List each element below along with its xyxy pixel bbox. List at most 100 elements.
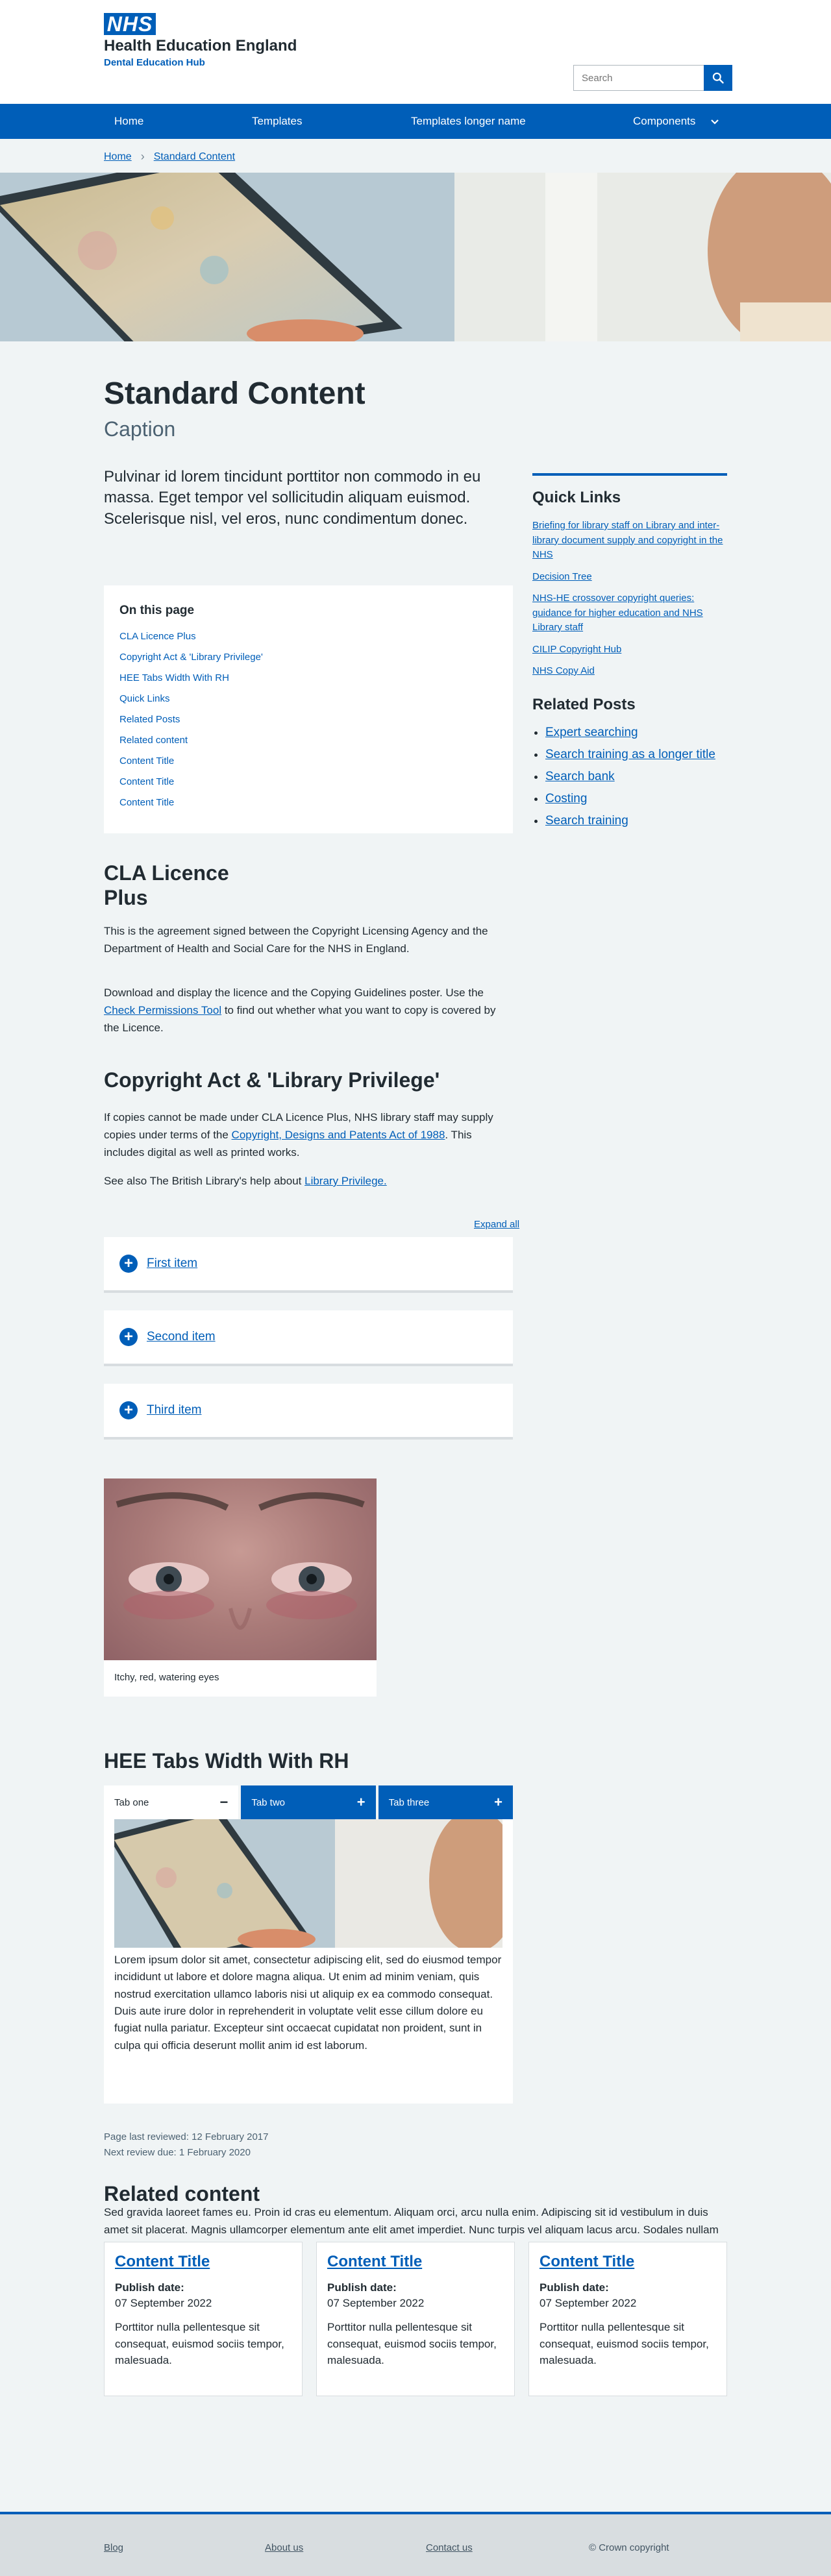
copyright-paragraph-1: If copies cannot be made under CLA Licen… [104,1109,513,1162]
cla-licence-heading: CLA Licence Plus [104,861,229,911]
next-review-due: Next review due: 1 February 2020 [104,2147,251,2158]
content-card-title-link[interactable]: Content Title [327,2253,504,2271]
on-this-page-link[interactable]: Related content [119,735,188,746]
footer-link-contact-us[interactable]: Contact us [426,2542,473,2553]
page-caption: Caption [104,417,176,441]
related-post-link[interactable]: Search bank [545,770,615,783]
search-icon [712,72,724,84]
accordion-item-label[interactable]: Second item [147,1330,216,1344]
on-this-page-link[interactable]: Related Posts [119,714,180,725]
quick-link[interactable]: Briefing for library staff on Library an… [532,519,727,563]
cla-heading-line1: CLA Licence [104,861,229,885]
accordion-item-label[interactable]: First item [147,1257,197,1271]
publish-date-label: Publish date: [540,2281,609,2294]
quick-link[interactable]: CILIP Copyright Hub [532,643,727,657]
accordion-item-label[interactable]: Third item [147,1403,201,1417]
minus-icon: − [219,1794,229,1810]
tab-two[interactable]: Tab two + [241,1785,376,1819]
content-card-text: Porttitor nulla pellentesque sit consequ… [327,2321,497,2366]
chevron-down-icon [710,104,719,140]
related-post-link[interactable]: Expert searching [545,726,638,739]
on-this-page-link[interactable]: Copyright Act & 'Library Privilege' [119,652,263,663]
organisation-name: Health Education England [104,37,297,55]
on-this-page-panel: On this page CLA Licence Plus Copyright … [104,585,513,833]
on-this-page-link[interactable]: CLA Licence Plus [119,631,196,642]
nhs-logo: NHS [104,13,156,35]
organisation-sub-name: Dental Education Hub [104,57,205,69]
on-this-page-link[interactable]: Quick Links [119,693,170,704]
breadcrumb-home-link[interactable]: Home [104,151,132,163]
on-this-page-link[interactable]: HEE Tabs Width With RH [119,672,229,683]
accordion-item[interactable]: + Second item [104,1310,513,1366]
plus-circle-icon: + [119,1401,138,1419]
footer-link-blog[interactable]: Blog [104,2542,123,2553]
search-button[interactable] [704,65,732,91]
quick-link[interactable]: Decision Tree [532,570,727,585]
plus-icon: + [494,1794,502,1810]
content-card-title-link[interactable]: Content Title [115,2253,291,2271]
copyright-act-link[interactable]: Copyright, Designs and Patents Act of 19… [232,1129,445,1141]
related-post-link[interactable]: Search training [545,814,628,828]
on-this-page-link[interactable]: Content Title [119,797,174,808]
nav-item-templates[interactable]: Templates [252,104,302,139]
breadcrumb: Home › Standard Content [0,139,831,173]
publish-date: 07 September 2022 [540,2297,637,2309]
content-card: Content Title Publish date: 07 September… [316,2242,515,2396]
page-title: Standard Content [104,376,366,411]
list-item: Search training as a longer title [545,748,727,762]
expand-all-link[interactable]: Expand all [474,1219,519,1230]
nav-item-components[interactable]: Components [633,104,719,139]
quick-link[interactable]: NHS Copy Aid [532,664,727,679]
copyright-p2-text-before: See also The British Library's help abou… [104,1175,305,1187]
lede-text: Pulvinar id lorem tincidunt porttitor no… [104,468,481,528]
library-privilege-link[interactable]: Library Privilege. [304,1175,387,1187]
publish-date-label: Publish date: [327,2281,397,2294]
home-logo-link[interactable]: NHS Health Education England Dental Educ… [104,13,297,68]
content-card-title-link[interactable]: Content Title [540,2253,716,2271]
on-this-page-link[interactable]: Content Title [119,755,174,767]
nav-item-home[interactable]: Home [114,104,143,139]
check-permissions-tool-link[interactable]: Check Permissions Tool [104,1004,221,1016]
related-posts-heading: Related Posts [532,695,636,713]
cla-paragraph-2: Download and display the licence and the… [104,984,513,1037]
related-post-link[interactable]: Costing [545,792,587,805]
tab-panel-text: Lorem ipsum dolor sit amet, consectetur … [114,1954,502,2052]
footer-copyright: © Crown copyright [589,2542,669,2553]
breadcrumb-current-link[interactable]: Standard Content [154,151,235,163]
accordion-item[interactable]: + Third item [104,1384,513,1440]
eyes-photo [104,1478,377,1660]
related-posts-list: Expert searching Search training as a lo… [545,726,727,828]
quick-link[interactable]: NHS-HE crossover copyright queries: guid… [532,591,727,635]
nav-item-label: Components [633,115,696,127]
search-input[interactable] [573,65,704,91]
tab-one[interactable]: Tab one − [104,1785,239,1819]
plus-circle-icon: + [119,1328,138,1346]
tab-panel: Lorem ipsum dolor sit amet, consectetur … [104,1819,513,2104]
content-card: Content Title Publish date: 07 September… [528,2242,727,2396]
plus-icon: + [356,1794,366,1810]
page-last-reviewed: Page last reviewed: 12 February 2017 [104,2131,269,2142]
site-header: NHS Health Education England Dental Educ… [0,0,831,104]
accordion-item[interactable]: + First item [104,1237,513,1293]
cla-p2-text-before: Download and display the licence and the… [104,987,484,999]
main-content: Standard Content Caption Pulvinar id lor… [104,341,727,2516]
nav-item-templates-longer-name[interactable]: Templates longer name [411,104,526,139]
tab-three[interactable]: Tab three + [378,1785,513,1819]
content-card-text: Porttitor nulla pellentesque sit consequ… [115,2321,284,2366]
content-card: Content Title Publish date: 07 September… [104,2242,303,2396]
publish-date: 07 September 2022 [115,2297,212,2309]
related-content-heading: Related content [104,2182,260,2205]
tab-panel-image [114,1819,502,1948]
tab-label: Tab two [251,1797,286,1808]
copyright-paragraph-2: See also The British Library's help abou… [104,1172,513,1190]
list-item: Search training [545,814,727,828]
on-this-page-heading: On this page [119,604,195,617]
chevron-right-icon: › [140,150,145,163]
tab-label: Tab three [388,1797,430,1808]
publish-date-label: Publish date: [115,2281,184,2294]
on-this-page-link[interactable]: Content Title [119,776,174,787]
footer-link-about-us[interactable]: About us [265,2542,303,2553]
site-footer: Blog About us Contact us © Crown copyrig… [0,2512,831,2576]
tabs-heading: HEE Tabs Width With RH [104,1749,349,1773]
related-post-link[interactable]: Search training as a longer title [545,748,715,761]
